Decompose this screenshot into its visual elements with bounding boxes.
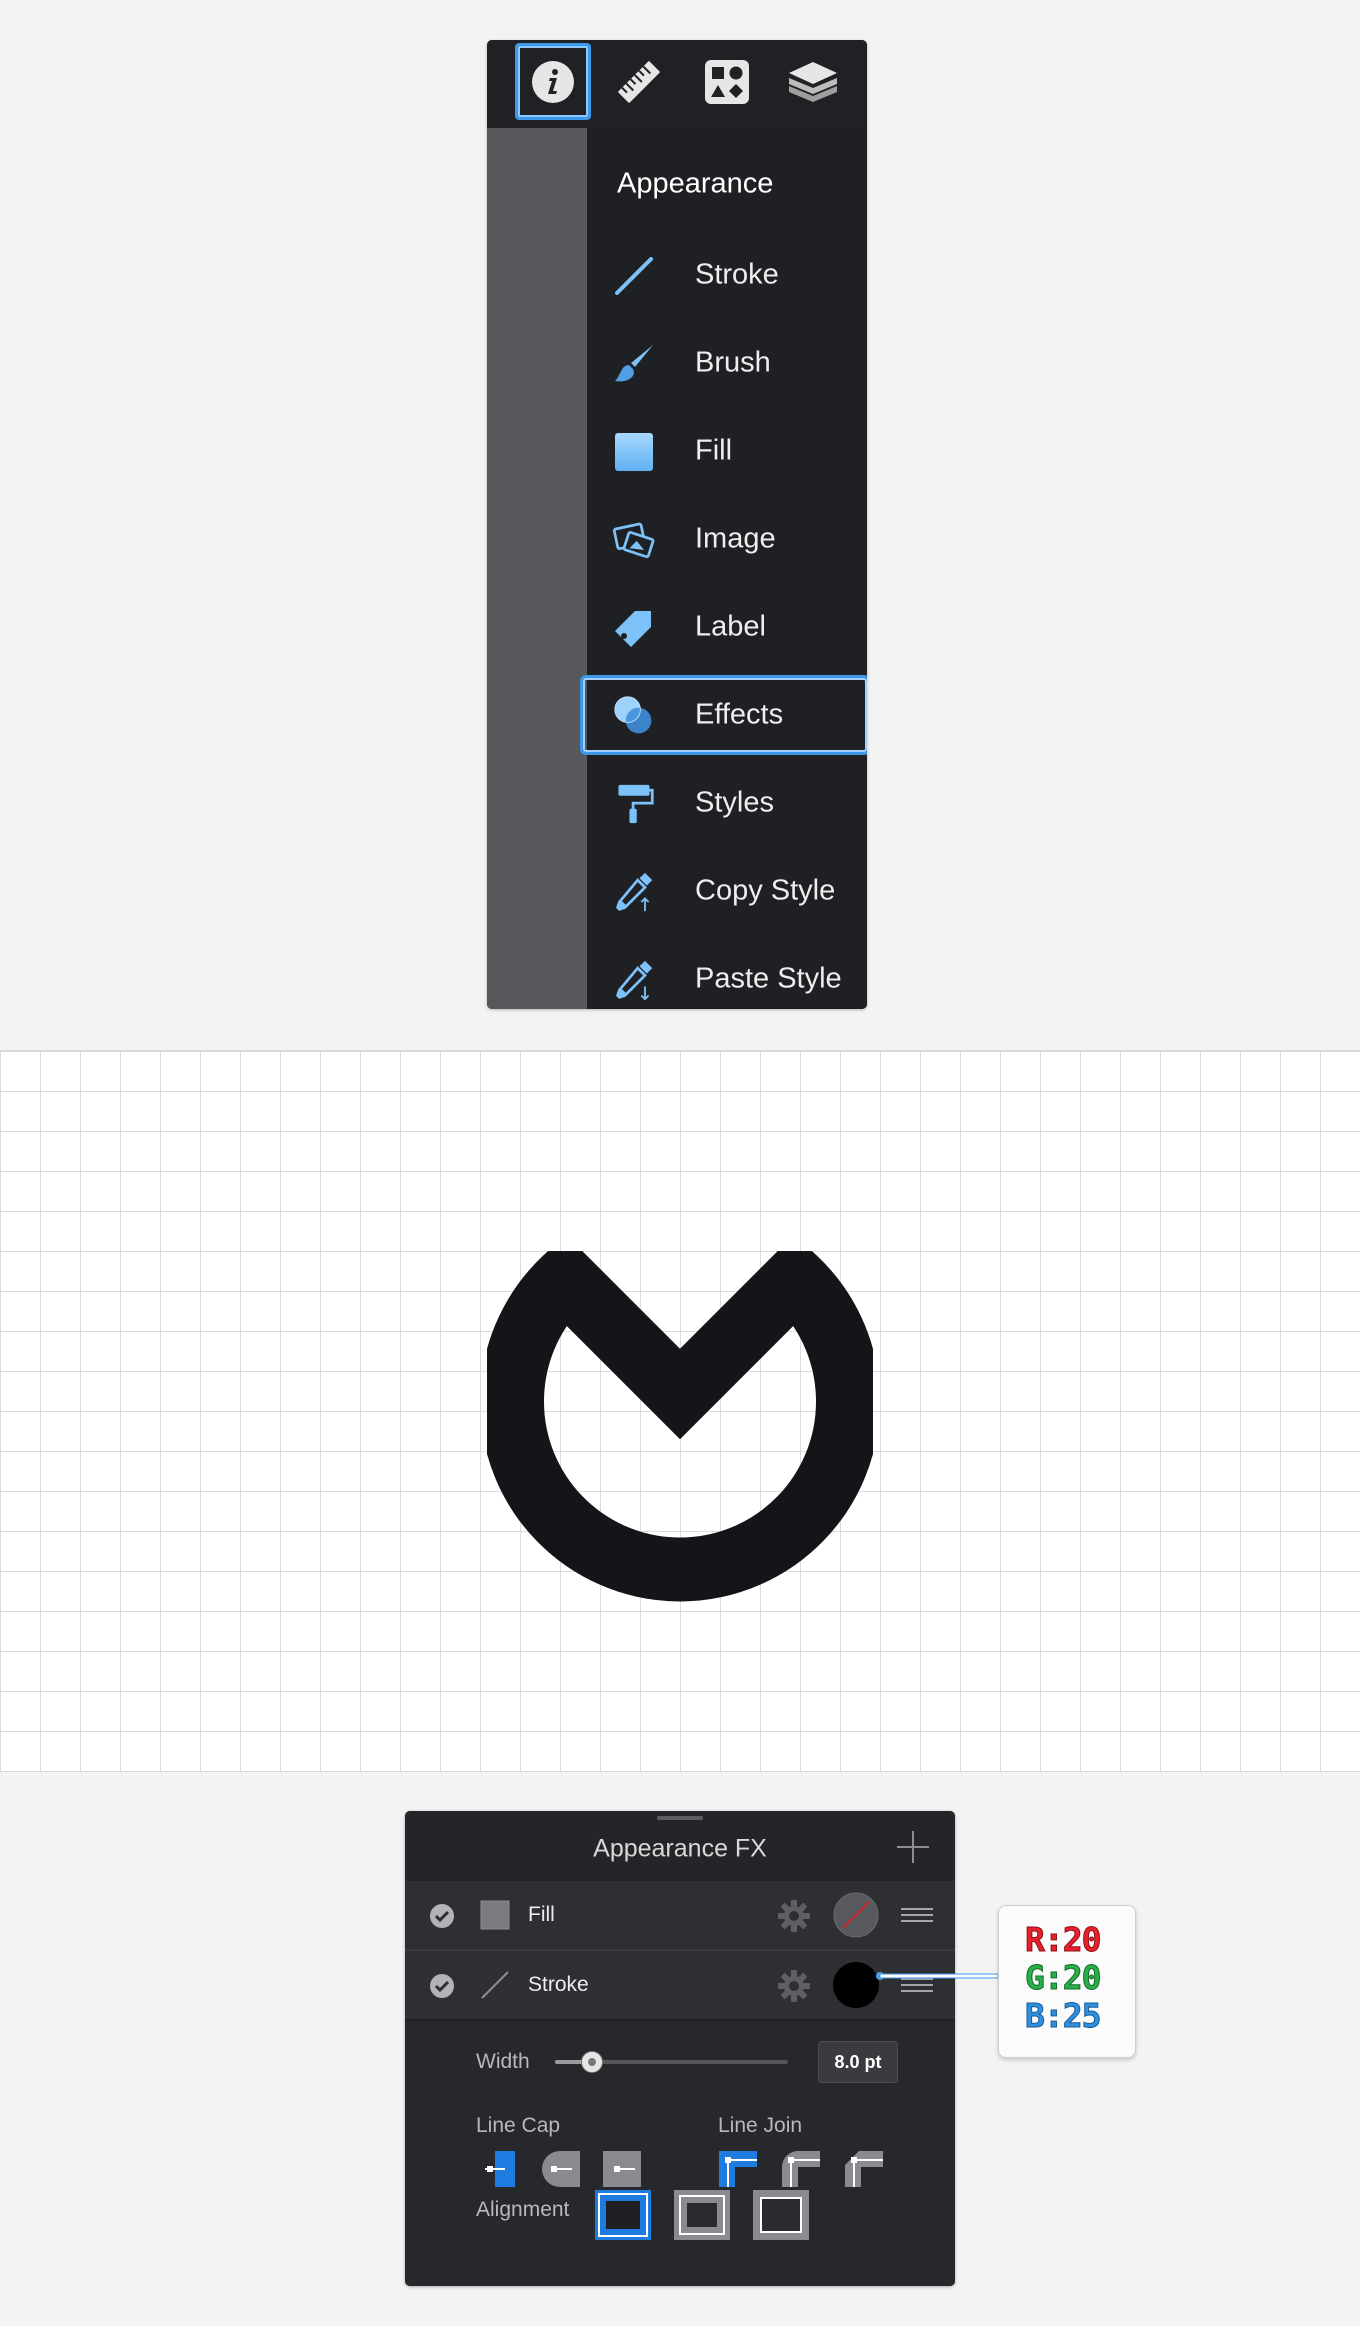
menu-item-label: Fill [695,434,733,467]
blue-value: B:25 [1024,1996,1101,2035]
stroke-line-icon [615,257,653,295]
menu-item-label: Styles [695,786,774,819]
image-icon [613,522,655,559]
menu-item-label: Brush [695,346,771,379]
panel-grabber[interactable] [657,1816,703,1820]
width-value-field[interactable]: 8.0 pt [818,2041,898,2083]
menu-item-copy-style[interactable]: Copy Style [587,851,867,931]
stroke-effect-row[interactable]: Stroke [405,1951,955,2019]
eyedropper-copy-icon [615,872,653,912]
menu-item-label: Effects [695,698,784,731]
appearance-menu-panel: Appearance Stroke Brush Fill Image Label… [487,40,867,1009]
fill-square-icon [615,433,653,471]
panel-left-strip [487,128,587,1009]
gear-icon[interactable] [777,1899,811,1933]
align-inside-button[interactable] [595,2190,651,2240]
layers-icon [789,61,837,102]
fx-header: Appearance FX [405,1811,955,1881]
ruler-tab-button[interactable] [601,43,677,120]
align-outside-button[interactable] [753,2190,809,2240]
stroke-options: Width 8.0 pt Line Cap Line Join Alignmen… [405,2021,955,2286]
shapes-tab-button[interactable] [689,43,765,120]
menu-item-image[interactable]: Image [587,499,867,579]
menu-item-label: Label [695,610,766,643]
line-cap-label: Line Cap [476,2114,561,2137]
ruler-icon [618,60,660,103]
bevel-join-button[interactable] [845,2151,883,2187]
fx-title: Appearance FX [593,1834,767,1863]
menu-item-label: Stroke [695,258,779,291]
menu-item-label: Copy Style [695,874,836,907]
fill-swatch-icon [480,1900,510,1930]
menu-item-effects[interactable]: Effects [580,675,867,755]
align-center-button[interactable] [674,2190,730,2240]
menu-item-label-tool[interactable]: Label [587,587,867,667]
drawing-canvas[interactable] [0,1050,1360,1772]
square-cap-button[interactable] [603,2151,641,2187]
fill-effect-row[interactable]: Fill [405,1881,955,1951]
menu-item-paste-style[interactable]: Paste Style [587,939,867,1009]
checkmark-icon[interactable] [429,1973,455,1999]
layers-tab-button[interactable] [775,43,851,120]
label-tag-icon [615,611,651,647]
shapes-icon [705,59,749,104]
menu-item-stroke[interactable]: Stroke [587,235,867,315]
eyedropper-paste-icon [615,960,653,1001]
paint-roller-icon [618,784,654,824]
effects-circles-icon [614,696,652,734]
appearance-fx-panel: Appearance FX Fill Stroke Width 8.0 pt L… [405,1811,955,2286]
info-icon [532,60,574,103]
menu-item-label: Paste Style [695,962,842,995]
width-slider-knob[interactable] [581,2051,604,2073]
round-join-button[interactable] [782,2151,820,2187]
green-value: G:20 [1024,1958,1101,1997]
fill-color-well-none[interactable] [833,1892,879,1938]
row-label: Fill [528,1903,555,1926]
logo-shape[interactable] [487,1251,873,1603]
butt-cap-button[interactable] [483,2151,521,2187]
menu-item-label: Image [695,522,776,555]
appearance-menu-list: Appearance Stroke Brush Fill Image Label… [580,128,867,1009]
reorder-handle-icon[interactable] [900,1905,934,1925]
menu-item-fill[interactable]: Fill [587,411,867,491]
line-join-label: Line Join [718,2114,803,2137]
red-value: R:20 [1024,1920,1101,1959]
rgb-value-callout: R:20 G:20 B:25 [998,1905,1136,2058]
checkmark-icon[interactable] [429,1903,455,1929]
gear-icon[interactable] [777,1969,811,2003]
callout-leader-line [876,1972,998,1980]
brush-icon [615,345,653,382]
stroke-swatch-icon [481,1971,509,1999]
info-tab-button[interactable] [515,43,591,120]
round-cap-button[interactable] [542,2151,580,2187]
miter-join-button[interactable] [719,2151,757,2187]
inspector-toolbar [487,40,867,128]
stroke-color-well[interactable] [833,1962,879,2008]
width-slider[interactable] [555,2051,788,2073]
menu-heading: Appearance [617,167,774,200]
alignment-label: Alignment [476,2198,570,2221]
add-effect-icon[interactable] [895,1829,931,1865]
width-label: Width [476,2050,530,2073]
menu-item-brush[interactable]: Brush [587,323,867,403]
menu-item-styles[interactable]: Styles [587,763,867,843]
row-label: Stroke [528,1973,589,1996]
